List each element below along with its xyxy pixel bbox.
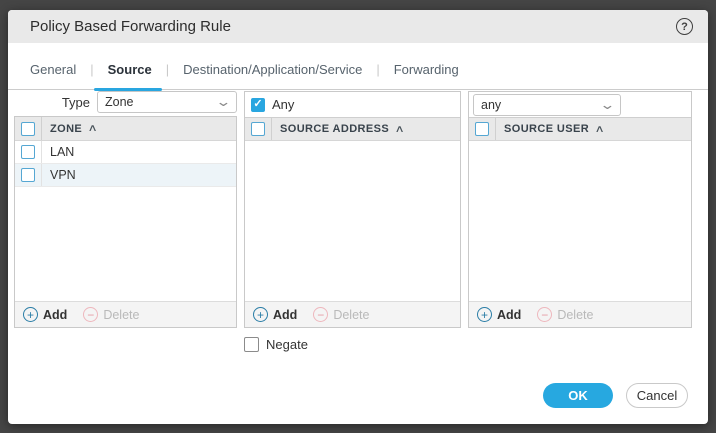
source-user-dropdown-value: any	[481, 98, 501, 112]
source-user-column-title: SOURCE USER	[504, 123, 589, 135]
zone-row-vpn[interactable]: VPN	[15, 164, 236, 187]
negate-label: Negate	[266, 337, 308, 352]
plus-circle-icon: +	[477, 307, 492, 322]
zone-panel-footer: + Add − Delete	[15, 301, 236, 327]
source-address-panel: ✓ Any SOURCE ADDRESS ∧ + Add − Delete	[244, 91, 461, 328]
source-address-add-button[interactable]: + Add	[253, 307, 297, 322]
plus-circle-icon: +	[23, 307, 38, 322]
zone-row-vpn-checkbox[interactable]	[21, 168, 35, 182]
source-user-table-header: SOURCE USER ∧	[469, 117, 691, 141]
chevron-down-icon: ⌄	[599, 101, 615, 109]
zone-select-all-cell	[15, 117, 42, 140]
help-icon[interactable]: ?	[676, 18, 693, 35]
source-user-select-all-cell	[469, 118, 496, 140]
zone-row-checkbox-cell	[15, 141, 42, 163]
source-address-table-header: SOURCE ADDRESS ∧	[245, 117, 460, 141]
any-checkbox[interactable]: ✓	[251, 98, 265, 112]
type-row: Type Zone ⌄	[14, 91, 237, 113]
cancel-button[interactable]: Cancel	[626, 383, 688, 408]
negate-checkbox[interactable]	[244, 337, 259, 352]
type-label: Type	[14, 95, 97, 110]
source-address-panel-footer: + Add − Delete	[245, 301, 460, 327]
zone-row-label: VPN	[42, 164, 76, 186]
zone-row-lan-checkbox[interactable]	[21, 145, 35, 159]
ok-button[interactable]: OK	[543, 383, 613, 408]
dialog-title: Policy Based Forwarding Rule	[30, 18, 231, 35]
dialog-titlebar: Policy Based Forwarding Rule ?	[8, 10, 708, 43]
source-user-panel-footer: + Add − Delete	[469, 301, 691, 327]
source-address-select-all-checkbox[interactable]	[251, 122, 265, 136]
tab-source[interactable]: Source	[94, 62, 166, 89]
source-user-delete-button[interactable]: − Delete	[537, 307, 593, 322]
source-user-column-header[interactable]: SOURCE USER ∧	[496, 118, 604, 140]
tab-forwarding[interactable]: Forwarding	[380, 62, 473, 89]
check-icon: ✓	[253, 99, 262, 110]
sort-asc-icon: ∧	[395, 124, 406, 135]
zone-add-button[interactable]: + Add	[23, 307, 67, 322]
sort-asc-icon: ∧	[595, 124, 606, 135]
zone-column-header[interactable]: ZONE ∧	[42, 117, 97, 140]
source-user-select-all-checkbox[interactable]	[475, 122, 489, 136]
sort-asc-icon: ∧	[88, 123, 99, 134]
source-address-delete-button[interactable]: − Delete	[313, 307, 369, 322]
source-address-column-header[interactable]: SOURCE ADDRESS ∧	[272, 118, 404, 140]
chevron-down-icon: ⌄	[215, 98, 231, 106]
policy-based-forwarding-rule-dialog: Policy Based Forwarding Rule ? General |…	[8, 10, 708, 424]
tab-general[interactable]: General	[30, 62, 90, 89]
source-address-column-title: SOURCE ADDRESS	[280, 123, 389, 135]
source-user-dropdown-row: any ⌄	[469, 92, 691, 117]
zone-row-checkbox-cell	[15, 164, 42, 186]
source-address-delete-label: Delete	[333, 308, 369, 322]
minus-circle-icon: −	[83, 307, 98, 322]
zone-delete-button[interactable]: − Delete	[83, 307, 139, 322]
negate-row: Negate	[244, 336, 308, 352]
zone-panel: ZONE ∧ LAN VPN + Add − Delete	[14, 116, 237, 328]
source-address-any-row: ✓ Any	[245, 92, 460, 117]
tab-destination-application-service[interactable]: Destination/Application/Service	[169, 62, 376, 89]
zone-select-all-checkbox[interactable]	[21, 122, 35, 136]
source-user-dropdown[interactable]: any ⌄	[473, 94, 621, 116]
type-dropdown-value: Zone	[105, 95, 134, 109]
zone-row-label: LAN	[42, 141, 74, 163]
zone-delete-label: Delete	[103, 308, 139, 322]
zone-row-lan[interactable]: LAN	[15, 141, 236, 164]
source-user-add-button[interactable]: + Add	[477, 307, 521, 322]
source-address-select-all-cell	[245, 118, 272, 140]
tab-bar: General | Source | Destination/Applicati…	[8, 52, 708, 90]
type-dropdown[interactable]: Zone ⌄	[97, 91, 237, 113]
minus-circle-icon: −	[537, 307, 552, 322]
source-address-add-label: Add	[273, 308, 297, 322]
minus-circle-icon: −	[313, 307, 328, 322]
zone-add-label: Add	[43, 308, 67, 322]
source-user-panel: any ⌄ SOURCE USER ∧ + Add − Delete	[468, 91, 692, 328]
source-user-add-label: Add	[497, 308, 521, 322]
source-user-delete-label: Delete	[557, 308, 593, 322]
any-checkbox-label: Any	[272, 97, 294, 112]
zone-table-header: ZONE ∧	[15, 117, 236, 141]
plus-circle-icon: +	[253, 307, 268, 322]
zone-column-title: ZONE	[50, 123, 82, 135]
